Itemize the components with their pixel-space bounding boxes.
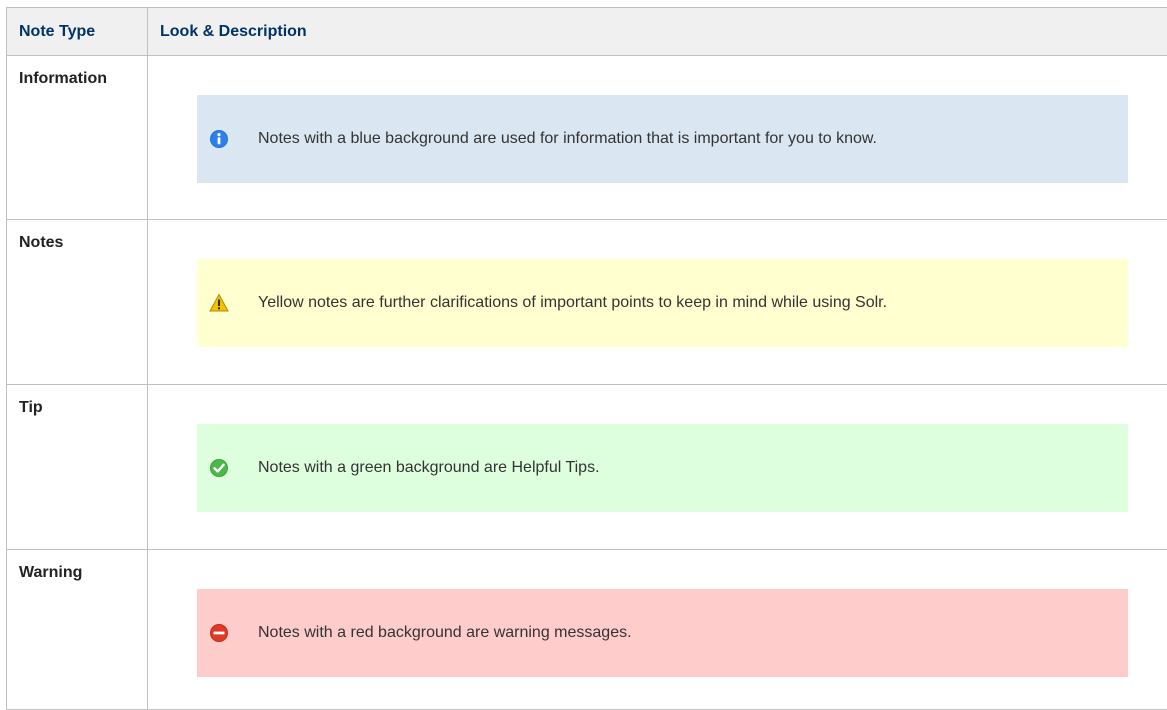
- tip-text: Notes with a green background are Helpfu…: [258, 459, 600, 477]
- note-types-table: Note Type Look & Description Information: [6, 7, 1167, 710]
- info-panel: Notes with a blue background are used fo…: [197, 95, 1128, 183]
- info-text: Notes with a blue background are used fo…: [258, 130, 877, 148]
- notes-text: Yellow notes are further clarifications …: [258, 294, 887, 312]
- table-row: Warning Notes with a red background are …: [7, 550, 1167, 710]
- tip-panel: Notes with a green background are Helpfu…: [197, 424, 1128, 512]
- description-cell: Notes with a red background are warning …: [148, 550, 1167, 710]
- forbidden-icon: [209, 623, 229, 643]
- description-cell: Notes with a blue background are used fo…: [148, 56, 1167, 220]
- note-type-tip: Tip: [7, 385, 148, 550]
- table-row: Notes Yellow notes are further clarifica…: [7, 220, 1167, 385]
- description-cell: Notes with a green background are Helpfu…: [148, 385, 1167, 550]
- description-cell: Yellow notes are further clarifications …: [148, 220, 1167, 385]
- header-look-description: Look & Description: [148, 8, 1167, 56]
- check-icon: [209, 458, 229, 478]
- table-row: Information Notes with a blue background…: [7, 56, 1167, 220]
- table-row: Tip Notes with a green background are He…: [7, 385, 1167, 550]
- warning-panel: Notes with a red background are warning …: [197, 589, 1128, 677]
- header-note-type: Note Type: [7, 8, 148, 56]
- warning-icon: [209, 293, 229, 313]
- info-icon: [209, 129, 229, 149]
- notes-panel: Yellow notes are further clarifications …: [197, 259, 1128, 347]
- note-type-information: Information: [7, 56, 148, 220]
- table-header-row: Note Type Look & Description: [7, 8, 1167, 56]
- warning-text: Notes with a red background are warning …: [258, 624, 632, 642]
- note-type-warning: Warning: [7, 550, 148, 710]
- note-type-notes: Notes: [7, 220, 148, 385]
